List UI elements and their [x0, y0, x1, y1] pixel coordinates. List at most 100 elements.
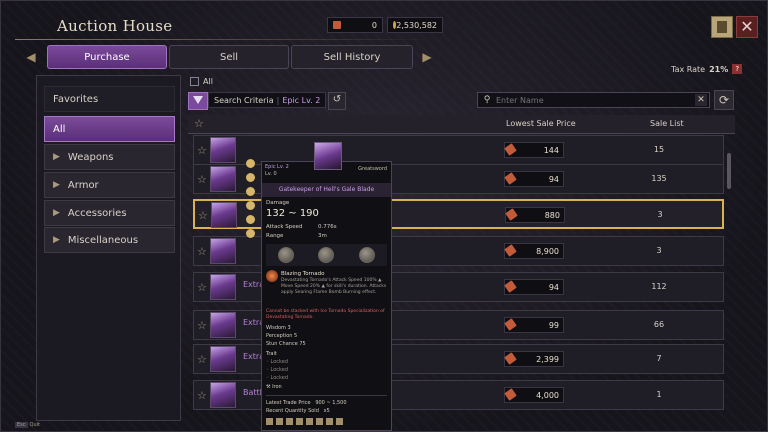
trait-value: Locked	[270, 375, 289, 381]
favorite-star-icon[interactable]: ☆	[194, 117, 204, 130]
item-thumbnail	[210, 166, 236, 192]
trait-line: ◦ Locked	[266, 367, 289, 373]
quick-icon[interactable]	[246, 187, 255, 196]
chevron-right-icon: ▶	[53, 235, 60, 245]
quick-icon[interactable]	[246, 229, 255, 238]
all-checkbox-label: All	[203, 77, 213, 86]
gem-slot-icon	[358, 247, 375, 263]
stat-line: Wisdom 3	[266, 325, 291, 331]
favorite-star-icon[interactable]: ☆	[197, 353, 207, 366]
sold-value: x5	[323, 408, 330, 414]
tooltip-item-name: Gatekeeper of Hell's Gale Blade	[262, 183, 391, 197]
class-icon	[276, 418, 283, 425]
class-icon	[266, 418, 273, 425]
currency-first: 0	[327, 17, 383, 33]
search-criteria-button[interactable]: Search Criteria | Epic Lv. 2	[208, 92, 326, 108]
quick-icon[interactable]	[246, 201, 255, 210]
all-checkbox[interactable]: All	[190, 77, 213, 86]
quick-icon[interactable]	[246, 215, 255, 224]
tooltip-level: Epic Lv. 2	[265, 164, 289, 170]
skill-description: Devastating Tornado's Attack Speed 100% …	[281, 278, 387, 295]
sidebar-item-label: All	[53, 123, 66, 135]
favorite-star-icon[interactable]: ☆	[197, 319, 207, 332]
trade-price-label: Latest Trade Price	[266, 400, 311, 406]
search-input[interactable]	[496, 95, 686, 105]
sale-count: 3	[656, 246, 662, 255]
chevron-right-icon: ▶	[53, 208, 60, 218]
item-thumbnail	[210, 238, 236, 264]
guide-book-button[interactable]	[711, 16, 733, 38]
quick-icon[interactable]	[246, 173, 255, 182]
sidebar-item-weapons[interactable]: ▶ Weapons	[44, 144, 175, 170]
sold-line: Recent Quantity Sold x5	[266, 407, 347, 415]
quit-hint[interactable]: Esc Quit	[15, 422, 40, 428]
tooltip-traits: Trait ◦ Locked ◦ Locked ◦ Locked	[266, 350, 288, 382]
range-value: 3m	[318, 233, 327, 239]
filter-funnel-icon[interactable]	[188, 92, 208, 110]
skill-title: Blazing Tornado	[281, 271, 325, 277]
header-lowest-price[interactable]: Lowest Sale Price	[506, 119, 576, 128]
reset-criteria-button[interactable]: ↺	[328, 92, 346, 110]
name-search: ⚲ ✕	[477, 92, 710, 108]
sidebar-item-favorites[interactable]: Favorites	[44, 86, 175, 112]
trait-value: Locked	[270, 359, 289, 365]
clear-search-icon[interactable]: ✕	[695, 94, 707, 106]
esc-key: Esc	[15, 422, 28, 428]
table-header: ☆ Lowest Sale Price Sale List	[188, 115, 735, 134]
tooltip-item-image	[314, 142, 342, 170]
trade-price-line: Latest Trade Price 900 ~ 1,500	[266, 399, 347, 407]
gem-slot-icon	[278, 247, 295, 263]
sale-count: 15	[653, 145, 665, 154]
stat-line: Perception 5	[266, 333, 298, 339]
sidebar-item-all[interactable]: All	[44, 116, 175, 142]
currency-first-value: 0	[371, 20, 377, 30]
sold-label: Recent Quantity Sold	[266, 408, 319, 414]
tax-help-icon[interactable]: ?	[732, 64, 743, 74]
tab-left-ornament-icon: ◀	[26, 50, 36, 64]
sidebar-item-accessories[interactable]: ▶ Accessories	[44, 200, 175, 226]
header-sale-list[interactable]: Sale List	[650, 119, 684, 128]
token-icon	[333, 21, 341, 29]
quick-icon[interactable]	[246, 159, 255, 168]
title-divider	[15, 39, 435, 40]
window-title: Auction House	[57, 17, 173, 35]
item-quick-icons	[246, 159, 260, 243]
refresh-button[interactable]: ⟳	[714, 90, 734, 110]
favorite-star-icon[interactable]: ☆	[197, 281, 207, 294]
favorite-star-icon[interactable]: ☆	[198, 209, 208, 222]
tooltip-attack-speed: Attack Speed 0.776s	[266, 224, 386, 230]
chevron-right-icon: ▶	[53, 152, 60, 162]
currency-gold-value: 2,530,582	[396, 20, 437, 30]
stat-line: Stun Chance 75	[266, 341, 306, 347]
sidebar-item-armor[interactable]: ▶ Armor	[44, 172, 175, 198]
class-icon	[296, 418, 303, 425]
trait-label: Trait	[266, 351, 277, 357]
class-icons	[266, 418, 343, 425]
tooltip-material: ⚒ Iron	[266, 384, 282, 390]
tab-right-ornament-icon: ▶	[422, 50, 432, 64]
class-icon	[326, 418, 333, 425]
tab-sell[interactable]: Sell	[169, 45, 289, 69]
sale-count: 1	[656, 390, 662, 399]
search-criteria-value: Epic Lv. 2	[282, 95, 321, 105]
tax-rate: Tax Rate 21% ?	[671, 64, 743, 74]
tab-purchase[interactable]: Purchase	[47, 45, 167, 69]
tab-sell-history[interactable]: Sell History	[291, 45, 413, 69]
item-thumbnail	[210, 312, 236, 338]
checkbox-icon	[190, 77, 199, 86]
trait-value: Locked	[270, 367, 289, 373]
sale-count: 3	[657, 210, 663, 219]
favorite-star-icon[interactable]: ☆	[197, 389, 207, 402]
quit-label: Quit	[29, 422, 40, 428]
table-scrollbar[interactable]	[727, 153, 731, 189]
favorite-star-icon[interactable]: ☆	[197, 144, 207, 157]
sidebar-item-miscellaneous[interactable]: ▶ Miscellaneous	[44, 227, 175, 253]
sidebar-item-label: Weapons	[67, 151, 114, 163]
sidebar-item-label: Miscellaneous	[67, 234, 139, 246]
category-sidebar: Favorites All ▶ Weapons ▶ Armor ▶ Access…	[36, 75, 181, 421]
chevron-right-icon: ▶	[53, 180, 60, 190]
close-button[interactable]: ✕	[736, 16, 758, 38]
favorite-star-icon[interactable]: ☆	[197, 173, 207, 186]
favorite-star-icon[interactable]: ☆	[197, 245, 207, 258]
gem-slots	[266, 244, 387, 266]
